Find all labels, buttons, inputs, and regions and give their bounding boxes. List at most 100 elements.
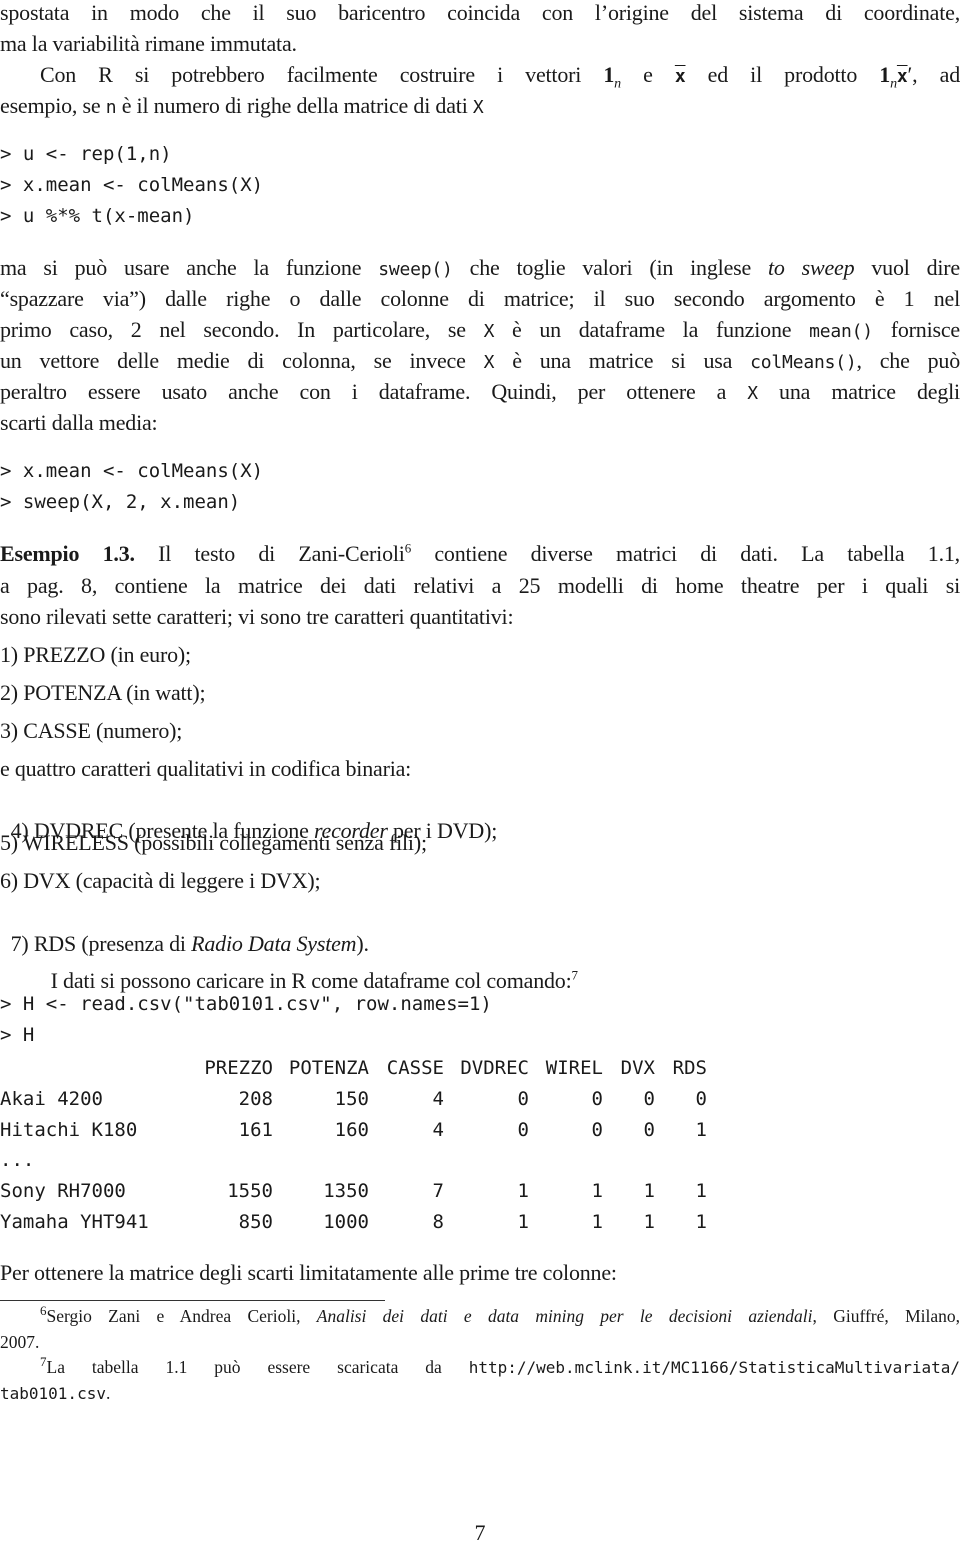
table-cell: 1350 <box>323 1180 369 1203</box>
table-cell: 1 <box>643 1180 655 1203</box>
table-cell: 1 <box>517 1180 529 1203</box>
italic-text: to sweep <box>768 255 855 280</box>
inline-code: sweep() <box>378 259 453 280</box>
para2-line-5: peraltro essere usato anche con i datafr… <box>0 379 960 404</box>
table-cell: Yamaha YHT941 <box>0 1210 149 1233</box>
table-cell: 8 <box>432 1210 444 1233</box>
footnote-rule <box>0 1300 385 1301</box>
inline-code: colMeans() <box>750 352 857 373</box>
code-line: > H <box>0 1024 35 1046</box>
text: Con R si potrebbero facilmente costruire… <box>40 62 604 87</box>
table-cell <box>529 1145 603 1176</box>
table-cell: 7 <box>432 1180 444 1203</box>
table-cell: 0 <box>517 1118 529 1141</box>
inline-code: X <box>483 321 495 342</box>
table-cell <box>655 1145 707 1176</box>
table-row: Sony RH7000 1550 1350 7 1 1 1 1 <box>0 1176 707 1207</box>
text: ed il prodotto <box>685 62 880 87</box>
table-cell: 1550 <box>227 1180 273 1203</box>
intro-line-3: Con R si potrebbero facilmente costruire… <box>0 62 960 92</box>
table-cell: 0 <box>517 1088 529 1111</box>
table-cell: 150 <box>334 1088 369 1111</box>
list-item: 2) POTENZA (in watt); <box>0 680 206 705</box>
para2-line-3: primo caso, 2 nel secondo. In particolar… <box>0 317 960 342</box>
text: e <box>620 62 675 87</box>
table-cell: Sony RH7000 <box>0 1180 126 1203</box>
table-row: Akai 4200 208 150 4 0 0 0 0 <box>0 1084 707 1115</box>
intro-line-4: esempio, se n è il numero di righe della… <box>0 93 484 118</box>
closing-text: Per ottenere la matrice degli scarti lim… <box>0 1260 617 1285</box>
vector-xbar: x <box>674 66 686 87</box>
para2-line-2: “spazzare via”) dalle righe o dalle colo… <box>0 286 960 311</box>
dataframe-output: PREZZO POTENZA CASSE DVDREC WIREL DVX RD… <box>0 1053 707 1237</box>
para2-line-1: ma si può usare anche la funzione sweep(… <box>0 255 960 280</box>
table-row: Hitachi K180 161 160 4 0 0 0 1 <box>0 1114 707 1145</box>
table-header: PREZZO <box>204 1057 273 1080</box>
list-item: 5) WIRELESS (possibili collegamenti senz… <box>0 830 427 855</box>
table-row: ... <box>0 1145 707 1176</box>
table-cell <box>444 1145 529 1176</box>
footnote-6: 6Sergio Zani e Andrea Cerioli, Analisi d… <box>40 1303 960 1326</box>
table-cell <box>369 1145 444 1176</box>
example-line-2: a pag. 8, contiene la matrice dei dati r… <box>0 573 960 598</box>
table-cell: 0 <box>695 1088 707 1111</box>
product-expr: 1nx′ <box>879 62 913 92</box>
table-cell <box>603 1145 655 1176</box>
code-line: > u %*% t(x-mean) <box>0 205 195 227</box>
code-line: > sweep(X, 2, x.mean) <box>0 491 241 513</box>
table-cell: 1000 <box>323 1210 369 1233</box>
code-line: > H <- read.csv("tab0101.csv", row.names… <box>0 993 492 1015</box>
table-cell: 0 <box>643 1118 655 1141</box>
footnote-6-cont: 2007. <box>0 1332 40 1352</box>
intro-line-2: ma la variabilità rimane immutata. <box>0 31 297 56</box>
table-cell: 1 <box>695 1180 707 1203</box>
table-cell: ... <box>0 1149 35 1172</box>
inline-code: X <box>483 352 495 373</box>
table-row: Yamaha YHT941 850 1000 8 1 1 1 1 <box>0 1206 707 1237</box>
table-cell: 208 <box>238 1088 273 1111</box>
code-line: > u <- rep(1,n) <box>0 143 172 165</box>
example-label: Esempio 1.3. <box>0 541 135 566</box>
footnote-url[interactable]: tab0101.csv <box>0 1384 106 1403</box>
table-header <box>0 1053 190 1084</box>
intro-line-1: spostata in modo che il suo baricentro c… <box>0 0 960 25</box>
table-cell: 4 <box>432 1118 444 1141</box>
table-header: RDS <box>672 1057 707 1080</box>
table-cell: 4 <box>432 1088 444 1111</box>
table-cell: 1 <box>695 1210 707 1233</box>
para2-line-4: un vettore delle medie di colonna, se in… <box>0 348 960 373</box>
load-instruction: I dati si possono caricare in R come dat… <box>50 967 579 993</box>
inline-code: n <box>105 97 117 118</box>
table-header: WIREL <box>545 1057 603 1080</box>
list-item: 1) PREZZO (in euro); <box>0 642 191 667</box>
page-number: 7 <box>474 1520 486 1545</box>
inline-code: X <box>472 97 484 118</box>
table-header: POTENZA <box>288 1057 369 1080</box>
table-cell: 850 <box>238 1210 273 1233</box>
para2-line-6: scarti dalla media: <box>0 410 158 435</box>
footnote-7: 7La tabella 1.1 può essere scaricata da … <box>40 1354 960 1377</box>
footnote-url[interactable]: http://web.mclink.it/MC1166/StatisticaMu… <box>469 1358 960 1377</box>
table-cell: 0 <box>591 1088 603 1111</box>
table-cell: 1 <box>695 1118 707 1141</box>
table-cell: 161 <box>238 1118 273 1141</box>
inline-code: mean() <box>809 321 873 342</box>
list-item: 3) CASSE (numero); <box>0 718 183 743</box>
table-cell: 0 <box>643 1088 655 1111</box>
table-cell <box>273 1145 369 1176</box>
example-line-3: sono rilevati sette caratteri; vi sono t… <box>0 604 514 629</box>
table-header: DVDREC <box>460 1057 529 1080</box>
table-cell: 1 <box>591 1180 603 1203</box>
table-cell: Akai 4200 <box>0 1088 103 1111</box>
qualitative-intro: e quattro caratteri qualitativi in codif… <box>0 756 412 781</box>
footnote-ref[interactable]: 7 <box>572 968 579 983</box>
code-line: > x.mean <- colMeans(X) <box>0 174 264 196</box>
footnote-7-cont: tab0101.csv. <box>0 1383 111 1403</box>
table-cell: 1 <box>591 1210 603 1233</box>
code-line: > x.mean <- colMeans(X) <box>0 460 264 482</box>
table-cell <box>190 1145 273 1176</box>
text: , ad <box>912 62 960 87</box>
table-header: DVX <box>620 1057 655 1080</box>
table-cell: 1 <box>517 1210 529 1233</box>
table-cell: Hitachi K180 <box>0 1118 138 1141</box>
